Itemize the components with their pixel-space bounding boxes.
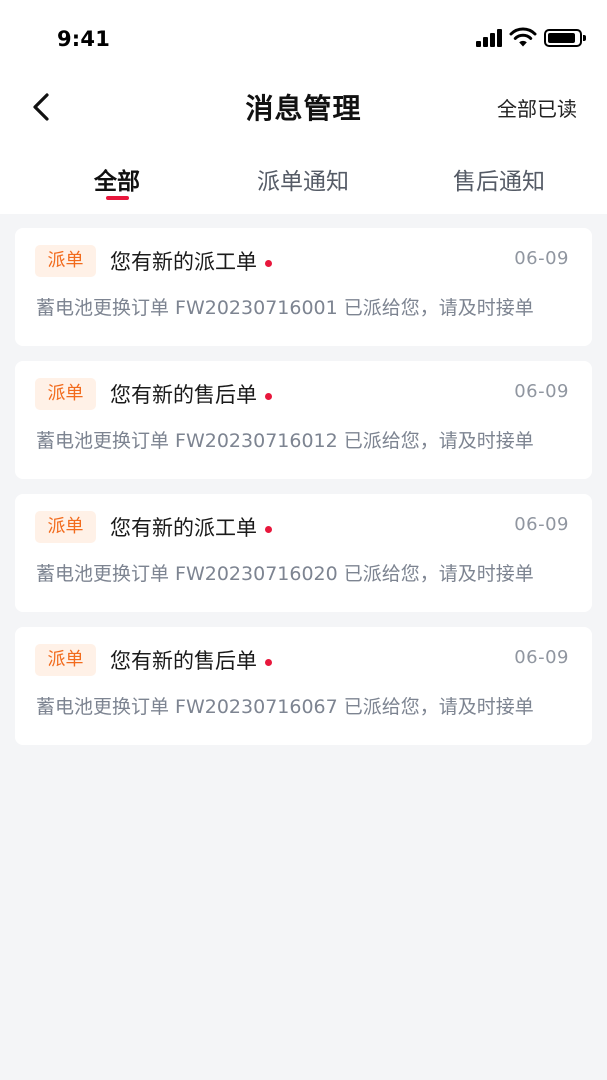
signal-icon	[476, 29, 504, 47]
message-card[interactable]: 派单 您有新的派工单 06-09 蓄电池更换订单 FW20230716020 已…	[15, 494, 592, 612]
message-content: 蓄电池更换订单 FW20230716067 已派给您，请及时接单	[36, 696, 534, 718]
wifi-icon	[509, 27, 537, 47]
message-date: 06-09	[514, 381, 569, 402]
unread-dot	[265, 659, 272, 666]
message-tag: 派单	[35, 511, 96, 543]
message-title: 您有新的售后单	[110, 383, 257, 407]
message-title: 您有新的派工单	[110, 516, 257, 540]
message-content: 蓄电池更换订单 FW20230716020 已派给您，请及时接单	[36, 563, 534, 585]
message-tag: 派单	[35, 245, 96, 277]
status-time: 9:41	[57, 27, 111, 51]
message-date: 06-09	[514, 514, 569, 535]
unread-dot	[265, 526, 272, 533]
tab-bar: 全部 派单通知 售后通知	[0, 150, 607, 214]
message-card[interactable]: 派单 您有新的派工单 06-09 蓄电池更换订单 FW20230716001 已…	[15, 228, 592, 346]
tab-after-sales-notice[interactable]: 售后通知	[453, 162, 545, 196]
header-area: 9:41 消息管理 全部已读 全部 派单通知 售后通知	[0, 0, 607, 214]
battery-icon	[544, 29, 586, 47]
unread-dot	[265, 393, 272, 400]
message-tag: 派单	[35, 378, 96, 410]
message-card[interactable]: 派单 您有新的售后单 06-09 蓄电池更换订单 FW20230716012 已…	[15, 361, 592, 479]
message-content: 蓄电池更换订单 FW20230716012 已派给您，请及时接单	[36, 430, 534, 452]
message-list: 派单 您有新的派工单 06-09 蓄电池更换订单 FW20230716001 已…	[15, 228, 592, 760]
message-date: 06-09	[514, 248, 569, 269]
navigation-bar: 消息管理 全部已读	[0, 80, 607, 140]
message-tag: 派单	[35, 644, 96, 676]
message-title: 您有新的派工单	[110, 250, 257, 274]
message-title: 您有新的售后单	[110, 649, 257, 673]
message-date: 06-09	[514, 647, 569, 668]
unread-dot	[265, 260, 272, 267]
tab-all[interactable]: 全部	[94, 162, 140, 196]
message-card[interactable]: 派单 您有新的售后单 06-09 蓄电池更换订单 FW20230716067 已…	[15, 627, 592, 745]
mark-all-read-button[interactable]: 全部已读	[497, 93, 577, 122]
active-tab-indicator	[106, 196, 129, 200]
message-content: 蓄电池更换订单 FW20230716001 已派给您，请及时接单	[36, 297, 534, 319]
status-bar: 9:41	[0, 0, 607, 80]
tab-dispatch-notice[interactable]: 派单通知	[257, 162, 349, 196]
